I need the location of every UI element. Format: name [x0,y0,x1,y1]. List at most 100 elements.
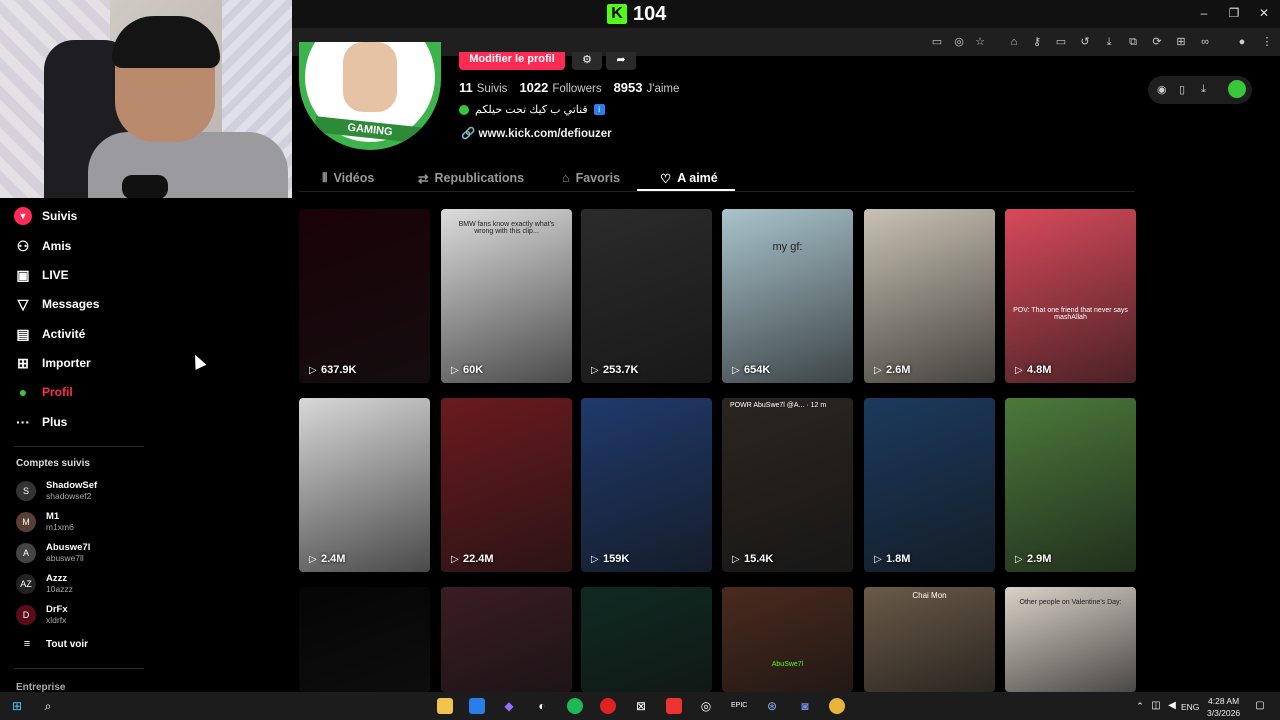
video-thumbnail[interactable]: ▷ 2.6M [864,209,995,383]
sidebar-item-activity[interactable]: ▤ Activité [14,322,85,346]
app-icon[interactable]: ◐ [534,698,550,714]
stat-following[interactable]: 11 Suivis [459,80,507,95]
followed-account[interactable]: M M1 m1xm6 [16,509,74,535]
sidebar-item-following[interactable]: ▼ Suivis [14,204,77,228]
video-thumbnail[interactable]: Other people on Valentine's Day: [1005,587,1136,692]
tab-favorites[interactable]: ⌂ Favoris [562,164,620,192]
settings-icon[interactable]: ⚙ [572,52,602,70]
bookmark-icon: ⌂ [562,171,570,185]
apps-icon[interactable]: ⊞ [1174,35,1188,49]
video-thumbnail[interactable]: Chai Mon [864,587,995,692]
sidebar-item-live[interactable]: ▣ LIVE [14,263,68,287]
star-icon[interactable]: ☆ [973,35,987,49]
file-explorer-icon[interactable] [437,698,453,714]
game-icon[interactable]: ◆ [501,698,517,714]
spotify-icon[interactable] [567,698,583,714]
video-thumbnail[interactable] [441,587,572,692]
epic-games-icon[interactable]: EPIC [731,698,747,714]
tray-chevron-icon[interactable]: ⌃ [1132,698,1148,714]
clock-time[interactable]: 4:28 AM [1208,696,1239,706]
close-button[interactable]: ✕ [1256,6,1272,20]
tab-videos[interactable]: ⦀ Vidéos [322,164,374,192]
obs-icon[interactable] [600,698,616,714]
clock-date[interactable]: 3/3/2026 [1207,708,1240,718]
extension-icon[interactable]: ⌂ [1007,35,1021,49]
play-icon: ▷ [591,365,599,376]
sidebar-item-more[interactable]: ··· Plus [14,410,67,434]
profile-avatar-icon[interactable]: ● [1235,35,1249,49]
discord-icon[interactable]: ◙ [797,698,813,714]
stat-followers[interactable]: 1022 Followers [519,80,601,95]
download-video-icon[interactable]: ⤓ [1201,83,1206,96]
view-count: 4.8M [1027,364,1052,376]
sync-icon[interactable]: ⟳ [1150,35,1164,49]
cast-icon[interactable]: ▭ [930,35,944,49]
search-icon[interactable]: ⌕ [40,698,56,714]
followed-account[interactable]: S ShadowSef shadowsef2 [16,478,97,504]
video-thumbnail[interactable]: ▷ 2.4M [299,398,430,572]
tab-liked[interactable]: ♡ A aimé [660,164,718,192]
view-count: 1.8M [886,553,911,565]
following-accounts-title: Comptes suivis [16,458,90,469]
tab-active-indicator [637,189,735,191]
edit-profile-button[interactable]: Modifier le profil [459,52,565,70]
followed-account[interactable]: AZ Azzz 10azzz [16,571,73,597]
video-thumbnail[interactable]: AbuSwe7l [722,587,853,692]
video-thumbnail[interactable]: ▷ 1.8M [864,398,995,572]
video-thumbnail[interactable]: ▷ 22.4M [441,398,572,572]
windows-start-icon[interactable]: ⊞ [9,698,25,714]
sidebar-item-messages[interactable]: ▽ Messages [14,292,100,316]
sidebar-item-friends[interactable]: ⚇ Amis [14,234,72,258]
notifications-icon[interactable]: ▢ [1252,698,1268,714]
translate-icon[interactable]: ⧉ [1126,35,1140,49]
profile-icon: ● [18,384,28,400]
avatar: A [16,543,36,563]
sidebar: ▼ Suivis ⚇ Amis ▣ LIVE ▽ Messages ▤ Activité … [0,198,292,693]
followed-account[interactable]: D DrFx xldrfx [16,602,68,628]
play-icon: ▷ [451,365,459,376]
video-thumbnail[interactable] [299,587,430,692]
capcut-icon[interactable]: ⊠ [633,698,649,714]
sidebar-item-profile[interactable]: ● Profil [14,380,73,404]
sidebar-item-upload[interactable]: ⊞ Importer [14,351,91,375]
video-thumbnail[interactable]: ▷ 2.9M [1005,398,1136,572]
video-thumbnail[interactable]: POWR AbuSwe7l @A... · 12 m ▷ 15.4K [722,398,853,572]
history-icon[interactable]: ↺ [1078,35,1092,49]
followed-account[interactable]: A Abuswe7l abuswe7ll [16,540,90,566]
network-icon[interactable]: ◫ [1148,698,1164,714]
video-thumbnail[interactable]: POV: That one friend that never says mas… [1005,209,1136,383]
link-icon[interactable]: ∞ [1198,35,1212,49]
key-icon[interactable]: ⚷ [1030,35,1044,49]
avatar-small-icon[interactable] [1228,80,1246,98]
webcam-overlay [0,0,292,198]
video-tools-pill: ◉ ▯ ⤓ [1148,76,1252,104]
eye-off-icon[interactable]: ◎ [952,35,966,49]
store-icon[interactable] [469,698,485,714]
video-thumbnail[interactable]: BMW fans know exactly what's wrong with … [441,209,572,383]
media-icon[interactable] [666,698,682,714]
minimize-button[interactable]: – [1196,6,1212,20]
video-thumbnail[interactable]: ▷ 253.7K [581,209,712,383]
volume-icon[interactable]: ◀ [1164,698,1180,714]
see-all-link[interactable]: ≡ Tout voir [18,632,88,656]
video-thumbnail[interactable]: ▷ 159K [581,398,712,572]
video-thumbnail[interactable]: my gf: ▷ 654K [722,209,853,383]
play-icon: ▷ [451,554,459,565]
phone-icon[interactable]: ▯ [1179,83,1185,96]
chrome-icon[interactable] [829,698,845,714]
share-icon[interactable]: ➦ [606,52,636,70]
view-count: 60K [463,364,484,376]
download-icon[interactable]: ⤓ [1102,35,1116,49]
speed-icon[interactable]: ◉ [1157,83,1167,96]
tab-reposts[interactable]: ⇄ Republications [418,164,524,192]
card-icon[interactable]: ▭ [1054,35,1068,49]
menu-icon[interactable]: ⋮ [1260,35,1274,49]
language-indicator[interactable]: ENG [1181,702,1199,712]
restore-button[interactable]: ❐ [1226,6,1242,20]
browser-icon[interactable]: ◎ [698,698,714,714]
play-icon: ▷ [591,554,599,565]
video-thumbnail[interactable] [581,587,712,692]
profile-link[interactable]: 🔗 www.kick.com/defiouzer [461,126,612,140]
video-thumbnail[interactable]: ▷ 637.9K [299,209,430,383]
steam-icon[interactable]: ⊛ [764,698,780,714]
